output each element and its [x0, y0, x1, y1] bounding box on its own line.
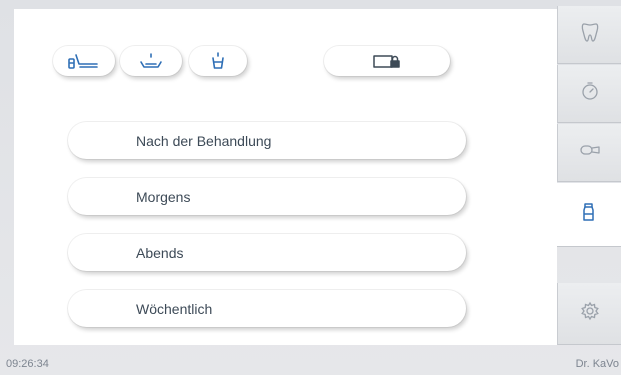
sidebar	[557, 0, 621, 345]
sidebar-item-tooth[interactable]	[557, 6, 621, 64]
timer-icon	[580, 81, 600, 106]
settings-gear-icon	[580, 301, 600, 326]
status-bar: 09:26:34 Dr. KaVo	[0, 350, 621, 375]
locked-screen-icon	[372, 53, 402, 69]
menu-item-label: Abends	[136, 244, 184, 261]
basin-rinse-button[interactable]	[120, 46, 182, 76]
menu-item-nach-der-behandlung[interactable]: Nach der Behandlung	[68, 122, 466, 159]
chair-position-button[interactable]	[53, 46, 115, 76]
sidebar-item-camera[interactable]	[557, 124, 621, 182]
sidebar-item-hygiene[interactable]	[557, 183, 621, 247]
menu-item-label: Morgens	[136, 188, 191, 205]
clock-time: 09:26:34	[6, 358, 49, 370]
user-name: Dr. KaVo	[575, 358, 619, 370]
menu-item-label: Wöchentlich	[136, 300, 213, 317]
main-panel: Nach der Behandlung Morgens Abends Wöche…	[14, 9, 557, 345]
menu-item-morgens[interactable]: Morgens	[68, 178, 466, 215]
sidebar-item-settings[interactable]	[557, 283, 621, 345]
camera-icon	[579, 143, 601, 162]
lock-screen-button[interactable]	[324, 46, 450, 76]
basin-rinse-icon	[138, 52, 164, 70]
tooth-icon	[580, 21, 600, 48]
menu-item-label: Nach der Behandlung	[136, 132, 272, 149]
menu-item-abends[interactable]: Abends	[68, 234, 466, 271]
sidebar-item-timer[interactable]	[557, 65, 621, 123]
cup-filler-icon	[208, 52, 228, 70]
hygiene-bottle-icon	[582, 201, 596, 228]
cup-filler-button[interactable]	[189, 46, 247, 76]
menu-item-woechentlich[interactable]: Wöchentlich	[68, 290, 466, 327]
dental-chair-icon	[67, 52, 101, 70]
